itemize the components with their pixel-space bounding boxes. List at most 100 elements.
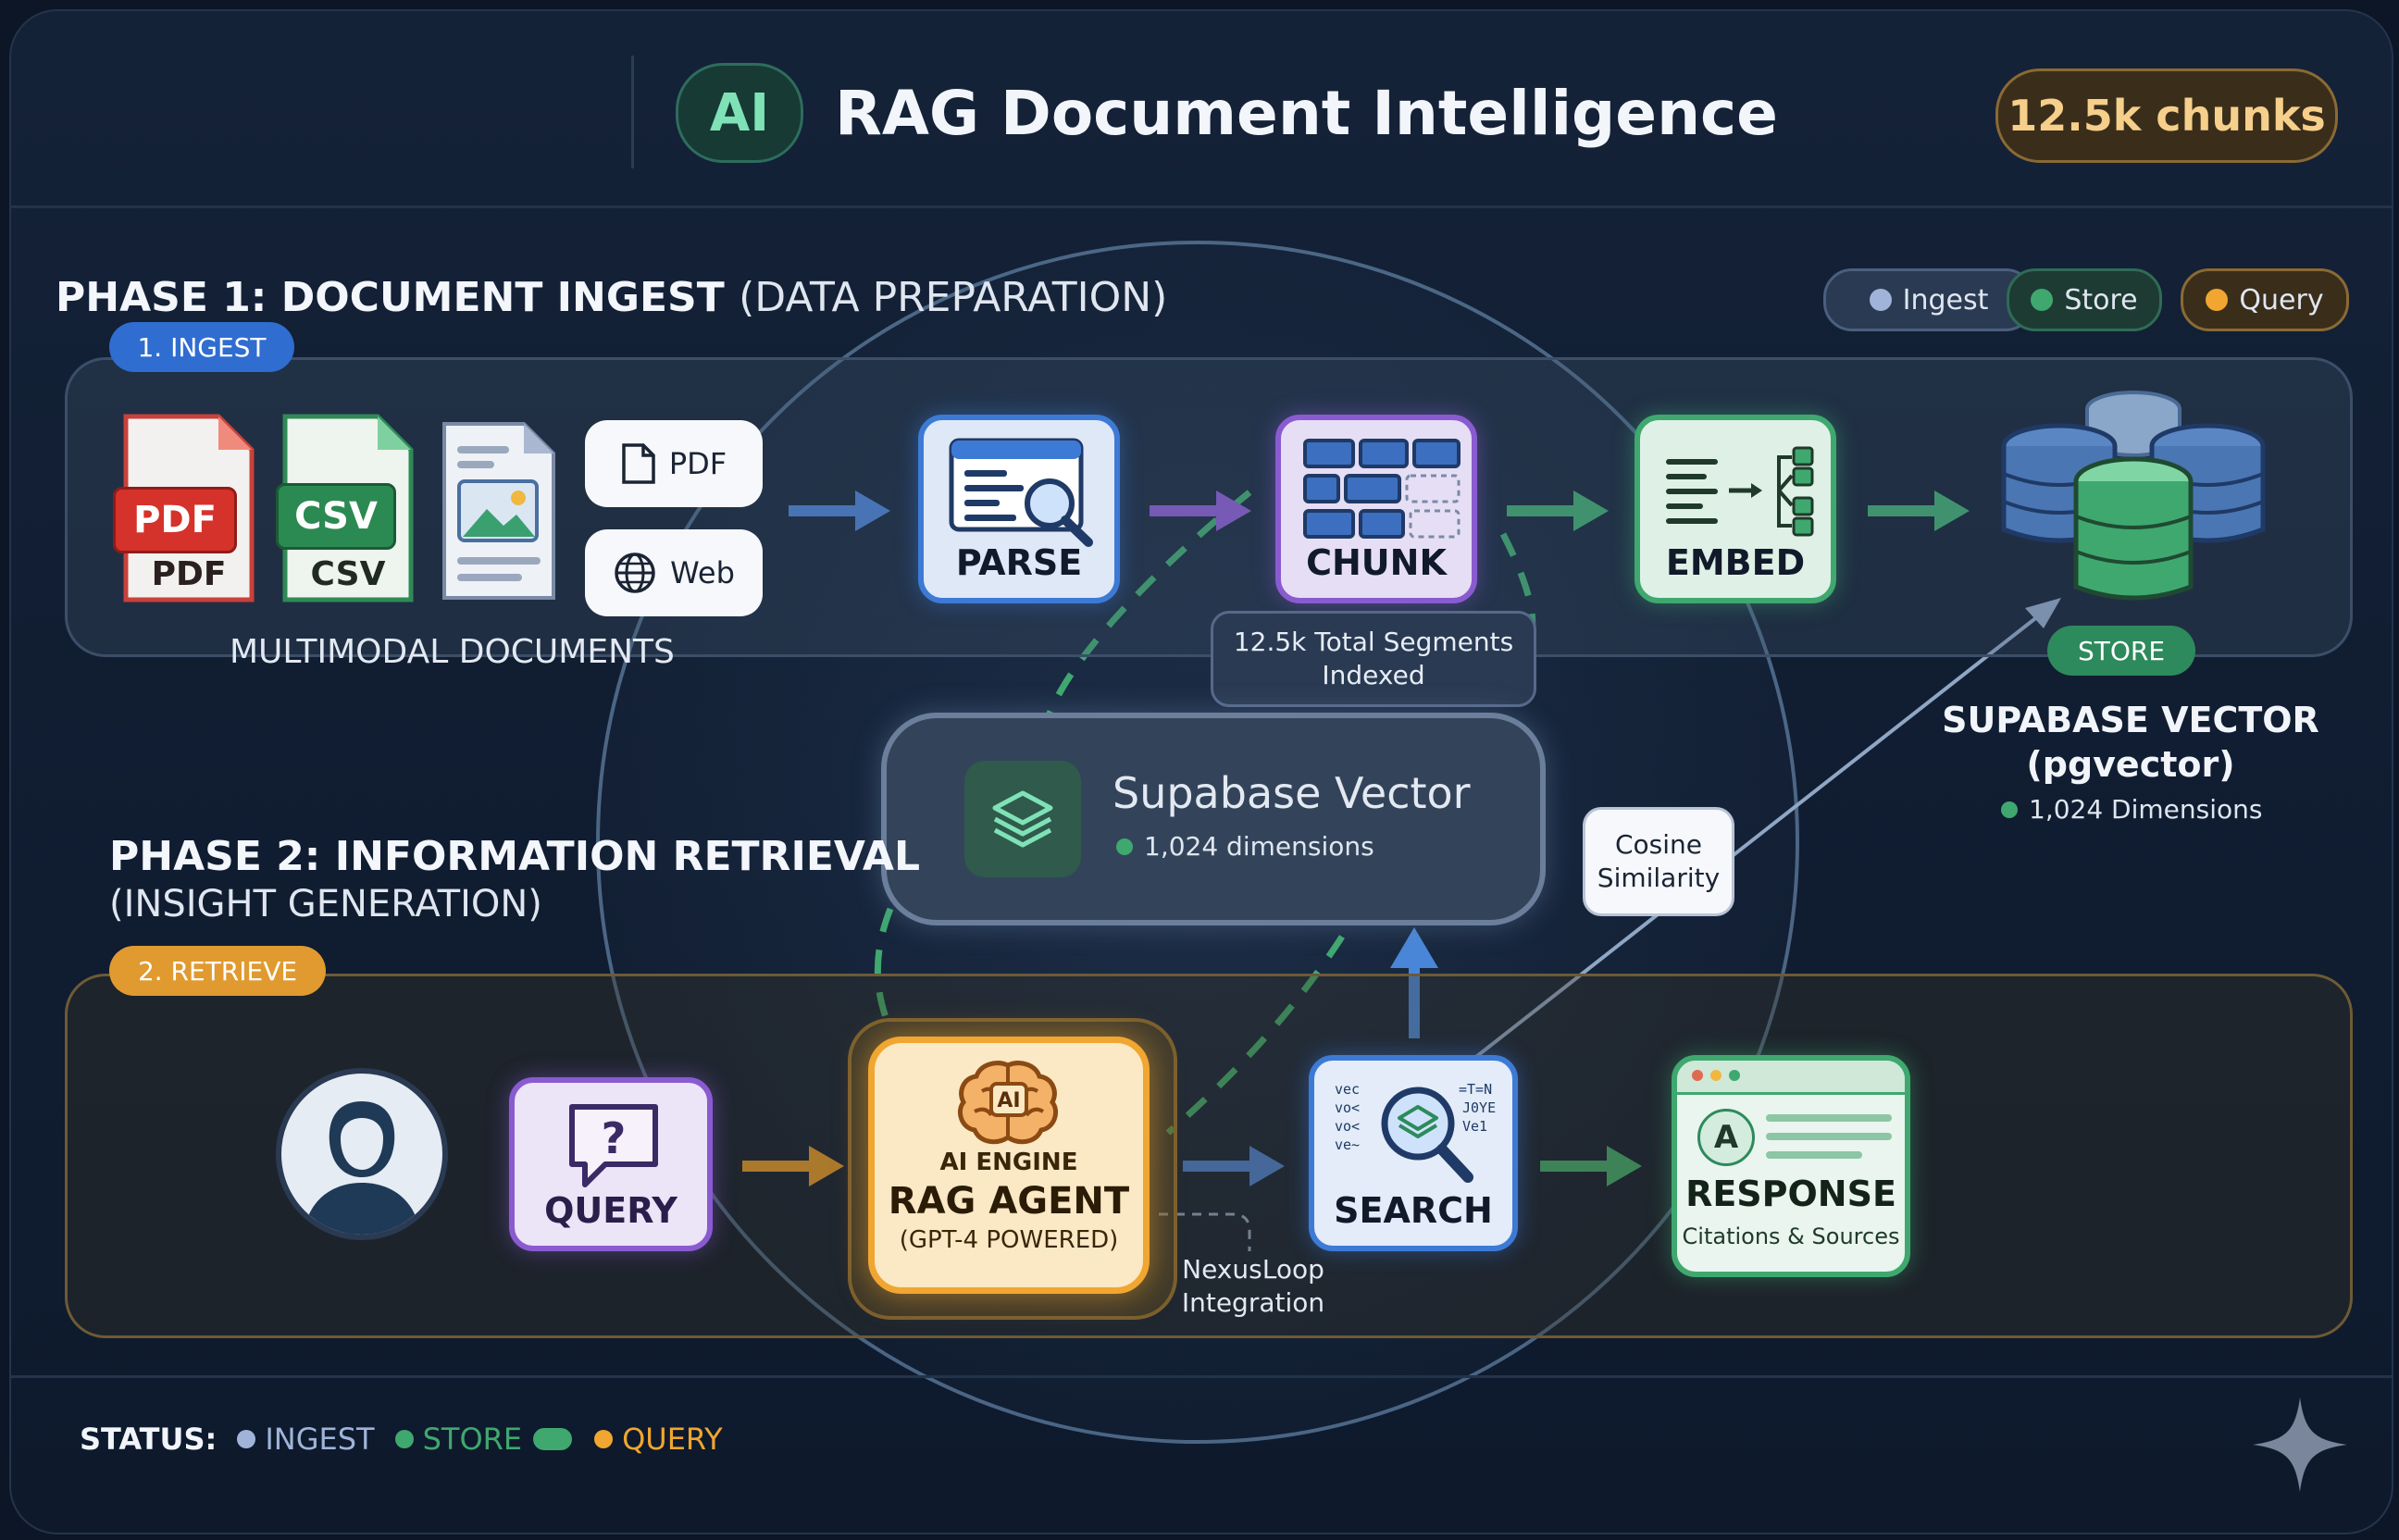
window-dot-yellow [1710, 1070, 1722, 1081]
web-source-button[interactable]: Web [585, 529, 763, 616]
query-step-card[interactable]: ? QUERY [509, 1077, 713, 1251]
svg-text:Ve1: Ve1 [1462, 1118, 1487, 1135]
response-subtitle: Citations & Sources [1682, 1223, 1900, 1249]
rag-agent-subtitle: (GPT-4 POWERED) [899, 1226, 1119, 1254]
svg-text:J0YE: J0YE [1462, 1099, 1496, 1116]
cosine-similarity-note: Cosine Similarity [1583, 807, 1734, 916]
ingest-dot [1869, 289, 1892, 311]
user-icon [304, 1101, 420, 1235]
ingest-tag: 1. INGEST [109, 322, 294, 372]
rag-agent-card[interactable]: AI AI ENGINE RAG AGENT (GPT-4 POWERED) [868, 1037, 1150, 1294]
store-title-line2: (pgvector) [2026, 744, 2235, 785]
store-title-line1: SUPABASE VECTOR [1942, 700, 2319, 740]
chunk-label: CHUNK [1306, 542, 1447, 583]
supabase-vector-title: Supabase Vector [1112, 768, 1471, 818]
pdf-source-button[interactable]: PDF [585, 420, 763, 507]
cosine-line2: Similarity [1597, 863, 1721, 893]
embed-step-card[interactable]: EMBED [1635, 415, 1836, 603]
image-document-icon [439, 418, 559, 603]
ai-engine-kicker: AI ENGINE [939, 1149, 1078, 1176]
search-label: SEARCH [1334, 1190, 1493, 1231]
pdf-caption: PDF [151, 555, 227, 593]
question-bubble-icon: ? [569, 1104, 658, 1187]
rag-agent-title: RAG AGENT [888, 1180, 1130, 1223]
chunk-blocks-icon [1303, 439, 1461, 539]
legend-query-label: Query [2239, 283, 2324, 317]
center-dimensions-dot [1116, 838, 1133, 855]
status-store: STORE [422, 1422, 523, 1457]
parse-step-card[interactable]: PARSE [918, 415, 1120, 603]
web-source-label: Web [670, 555, 735, 590]
file-icon [622, 443, 655, 484]
pdf-source-label: PDF [668, 446, 727, 481]
embed-vector-icon [1666, 446, 1814, 537]
vector-database-icon [1999, 381, 2268, 613]
store-dimensions-dot [2001, 801, 2018, 818]
phase2-title: PHASE 2: INFORMATION RETRIEVAL [109, 833, 921, 880]
response-avatar: A [1697, 1109, 1755, 1166]
svg-text:?: ? [602, 1113, 627, 1163]
retrieve-tag: 2. RETRIEVE [109, 946, 326, 996]
store-dot [2031, 289, 2054, 311]
store-tag: STORE [2047, 626, 2195, 676]
legend-query[interactable]: Query [2181, 268, 2349, 331]
globe-icon [615, 553, 655, 593]
csv-badge: CSV [276, 483, 396, 550]
legend-store[interactable]: Store [2007, 268, 2162, 331]
status-label: STATUS: [80, 1422, 218, 1457]
segments-note-line1: 12.5k Total Segments [1233, 627, 1514, 657]
app-frame: AI RAG Document Intelligence 12.5k chunk… [9, 9, 2393, 1534]
vector-search-icon: vecvo<vo<ve~ =T=NJ0YEVe1 [1335, 1081, 1496, 1183]
status-ingest: INGEST [265, 1422, 375, 1457]
center-dimensions-label: 1,024 dimensions [1144, 831, 1374, 862]
legend-ingest[interactable]: Ingest [1823, 268, 2034, 331]
status-ingest-dot [237, 1430, 256, 1448]
response-line-3 [1766, 1151, 1862, 1159]
cosine-line1: Cosine [1614, 829, 1703, 860]
brain-icon: AI [958, 1061, 1058, 1145]
parse-document-search-icon [949, 438, 1093, 547]
integration-line2: Integration [1181, 1287, 1325, 1318]
window-dot-red [1692, 1070, 1703, 1081]
svg-text:vo<: vo< [1335, 1099, 1360, 1116]
response-title: RESPONSE [1685, 1174, 1896, 1214]
segments-note: 12.5k Total Segments Indexed [1211, 611, 1536, 707]
svg-text:vo<: vo< [1335, 1118, 1360, 1135]
nexusloop-integration-note: NexusLoop Integration [1179, 1253, 1327, 1320]
status-query-dot [594, 1430, 614, 1448]
embed-label: EMBED [1665, 542, 1806, 583]
chunk-step-card[interactable]: CHUNK [1275, 415, 1477, 603]
layers-icon [964, 761, 1081, 877]
pdf-document-icon: PDF PDF [113, 411, 257, 605]
sparkle-icon [2253, 1397, 2347, 1492]
csv-document-icon: CSV CSV [276, 411, 416, 605]
legend-store-label: Store [2064, 283, 2138, 317]
segments-note-line2: Indexed [1322, 660, 1425, 690]
supabase-vector-subtitle: 1,024 dimensions [1116, 831, 1374, 862]
csv-caption: CSV [310, 555, 386, 593]
integration-line1: NexusLoop [1182, 1254, 1324, 1285]
search-step-card[interactable]: vec vo< vo< ve~ =T=N J0YE Ve1 SEARCH [1309, 1055, 1518, 1251]
status-store-toggle[interactable] [533, 1428, 573, 1450]
response-card[interactable]: A RESPONSE Citations & Sources [1672, 1055, 1910, 1277]
store-dimensions-label: 1,024 Dimensions [2029, 794, 2263, 825]
svg-text:vec: vec [1335, 1081, 1360, 1098]
multimodal-caption: MULTIMODAL DOCUMENTS [230, 633, 675, 671]
response-window-bar [1677, 1061, 1905, 1095]
svg-text:ve~: ve~ [1335, 1136, 1360, 1153]
svg-text:=T=N: =T=N [1459, 1081, 1492, 1098]
query-dot [2206, 289, 2229, 311]
brain-ai-label: AI [997, 1089, 1020, 1112]
query-label: QUERY [544, 1190, 677, 1231]
status-bar: STATUS: INGEST STORE QUERY [80, 1422, 723, 1457]
status-query: QUERY [622, 1422, 723, 1457]
response-line-2 [1766, 1133, 1892, 1140]
response-line-1 [1766, 1114, 1892, 1122]
user-avatar[interactable] [276, 1068, 448, 1240]
status-store-dot [394, 1430, 414, 1448]
supabase-vector-panel[interactable]: Supabase Vector 1,024 dimensions [881, 713, 1546, 925]
phase1-title: PHASE 1: DOCUMENT INGEST (DATA PREPARATI… [56, 274, 1168, 321]
phase2-subtitle: (INSIGHT GENERATION) [109, 883, 542, 925]
store-title: SUPABASE VECTOR (pgvector) [1936, 698, 2325, 787]
legend-ingest-label: Ingest [1902, 283, 1989, 317]
